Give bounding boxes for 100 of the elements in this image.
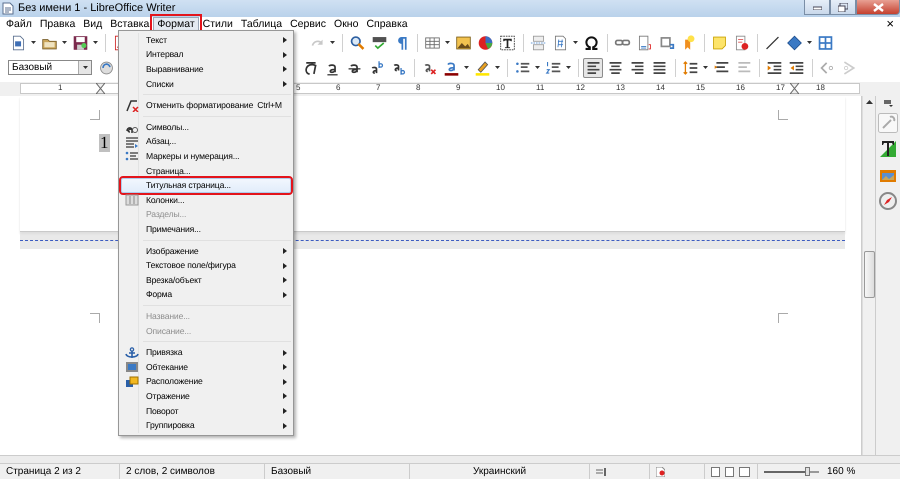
caret-icon (93, 41, 98, 44)
styles-icon[interactable] (878, 139, 898, 159)
columns-icon (125, 194, 139, 206)
ruler-number: 7 (376, 83, 380, 93)
anchor-icon (125, 346, 139, 359)
menu-item[interactable]: Файл (2, 16, 36, 30)
word-count: 2 слов, 2 символов (120, 464, 265, 479)
layout-icons-drawing[interactable] (711, 466, 751, 476)
caret-icon (573, 41, 578, 44)
menu-item[interactable]: Поворот (121, 404, 291, 418)
minimize-icon (812, 4, 822, 10)
zoom-slider-thumb[interactable] (804, 466, 810, 476)
window-title: Без имени 1 - LibreOffice Writer (18, 1, 176, 16)
menu-item[interactable]: Врезка/объект (121, 272, 291, 288)
clear-formatting-icon (125, 100, 139, 112)
ruler-number: 9 (456, 83, 460, 93)
page-count: Страница 2 из 2 (0, 464, 120, 479)
menu-item[interactable]: Обтекание (121, 360, 291, 374)
language: Украинский (410, 464, 590, 479)
vertical-scrollbar[interactable] (862, 96, 875, 455)
menu-item[interactable]: Сервис (286, 16, 330, 30)
menu-item[interactable]: Правка (36, 16, 80, 30)
menu-item[interactable]: Текстовое поле/фигура (121, 258, 291, 273)
ruler-number: 15 (696, 83, 705, 93)
caret-icon (62, 41, 67, 44)
menu-item[interactable]: Привязка (121, 345, 291, 360)
list-icon (125, 150, 139, 162)
menu-item[interactable]: Абзац... (121, 134, 291, 150)
margin-corner-icon (778, 313, 788, 323)
menu-item[interactable]: Текст (121, 33, 291, 48)
paragraph-icon (125, 136, 139, 148)
menu-item[interactable]: Символы... (121, 120, 291, 135)
scrollbar-thumb[interactable] (864, 251, 875, 298)
menu-item[interactable]: Колонки... (121, 192, 291, 208)
menu-item[interactable]: Стили (198, 16, 237, 30)
menu-item[interactable]: Примечания... (121, 222, 291, 237)
ruler-number: 12 (576, 83, 585, 93)
ruler-number: 11 (536, 83, 544, 93)
paragraph-style-field[interactable]: Базовый (8, 60, 92, 75)
menu-item[interactable]: Выравнивание (121, 62, 291, 77)
menu-item[interactable]: Списки (121, 76, 291, 92)
ruler-number: 14 (656, 83, 665, 93)
ruler-number: 18 (816, 83, 825, 93)
caret-icon (445, 41, 450, 44)
ruler-number: 8 (416, 83, 420, 93)
menu-item[interactable]: Интервал (121, 48, 291, 62)
menu-item[interactable]: Титульная страница... (121, 178, 291, 193)
ruler-number: 1 (58, 83, 62, 93)
ruler-number: 10 (496, 83, 505, 93)
ruler-number: 6 (336, 83, 340, 93)
close-icon (872, 2, 884, 12)
caret-icon (703, 66, 708, 69)
caret-icon (495, 66, 500, 69)
indent-marker-icon[interactable] (96, 83, 105, 94)
ruler-number: 13 (616, 83, 625, 93)
menu-item[interactable]: Справка (362, 16, 412, 30)
close-button[interactable] (856, 0, 900, 15)
menu-item[interactable]: Маркеры и нумерация... (121, 149, 291, 164)
menu-item[interactable]: Формат (153, 16, 199, 30)
caret-icon (566, 66, 571, 69)
menu-item[interactable]: Отменить форматирование Ctrl+M (121, 98, 291, 113)
margin-corner-icon (778, 110, 788, 120)
caret-icon (330, 41, 335, 44)
menu-item[interactable]: Изображение (121, 244, 291, 258)
menu-item[interactable]: Отражение (121, 389, 291, 404)
page-style: Базовый (265, 464, 410, 479)
menu-item[interactable]: Форма (121, 288, 291, 302)
insert-mode-icon (596, 468, 606, 476)
caret-icon (82, 66, 88, 69)
horizontal-scrollbar[interactable] (0, 455, 900, 463)
restore-icon (838, 2, 848, 12)
menu-item[interactable]: Вставка (106, 16, 154, 30)
document-icon (2, 2, 14, 15)
menu-item[interactable]: Страница... (121, 164, 291, 178)
maximize-button[interactable] (830, 0, 856, 15)
caret-icon (31, 41, 36, 44)
navigator-icon[interactable] (878, 191, 898, 211)
page-number-field: 1 (99, 134, 110, 152)
menu-item[interactable]: Расположение (121, 374, 291, 390)
minimize-button[interactable] (804, 0, 830, 15)
zoom-level: 160 % (827, 465, 856, 479)
stacked-squares-icon (125, 376, 139, 388)
scroll-up-icon[interactable] (866, 100, 872, 104)
ruler-number: 17 (776, 83, 785, 93)
document-modified-icon (656, 466, 665, 476)
indent-marker-icon[interactable] (790, 83, 799, 94)
margin-corner-icon (90, 110, 100, 120)
menu-item[interactable]: Таблица (236, 16, 286, 30)
ruler-number: 16 (736, 83, 745, 93)
wrap-icon (125, 361, 139, 374)
caret-icon (535, 66, 540, 69)
sidebar-menu-icon[interactable] (884, 100, 892, 107)
caret-icon (807, 41, 812, 44)
ruler-number: 5 (296, 83, 300, 93)
align-left-button[interactable] (583, 58, 603, 78)
menu-item[interactable]: Вид (79, 16, 106, 30)
menu-item[interactable]: Группировка (121, 418, 291, 433)
margin-corner-icon (90, 313, 100, 323)
menu-item[interactable]: Окно (330, 16, 362, 30)
close-document-button[interactable]: × (886, 18, 894, 30)
